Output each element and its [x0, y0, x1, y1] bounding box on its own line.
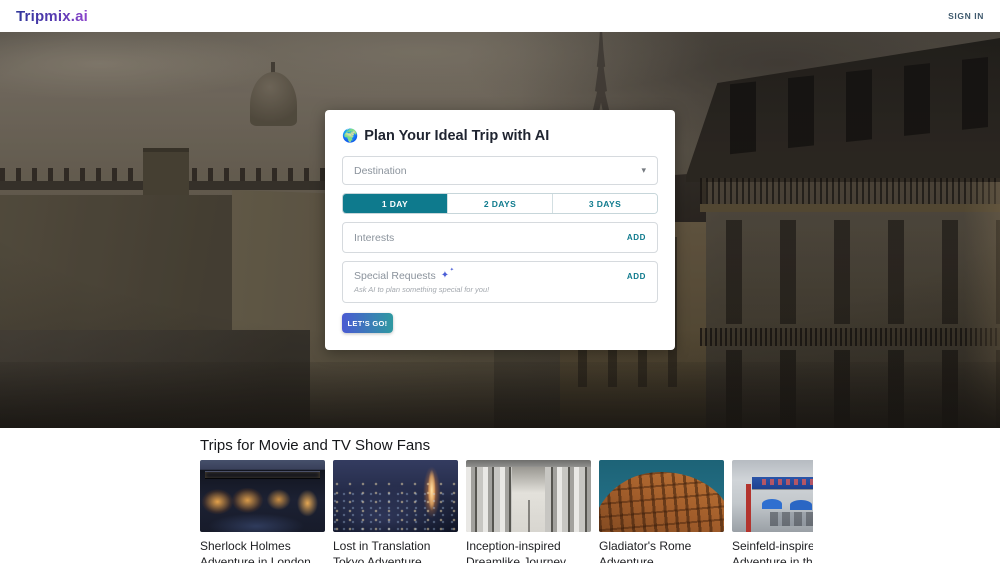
tab-3-days[interactable]: 3 DAYS — [553, 194, 657, 213]
trip-card-title: Sherlock Holmes Adventure in London — [200, 539, 325, 563]
special-requests-field[interactable]: Special Requests ✦✦ ADD Ask AI to plan s… — [342, 261, 658, 303]
blue-awning — [762, 499, 782, 509]
planner-title-text: Plan Your Ideal Trip with AI — [364, 128, 549, 144]
duration-tabs: 1 DAY 2 DAYS 3 DAYS — [342, 193, 658, 214]
destination-placeholder: Destination — [354, 165, 407, 177]
trip-card-sherlock-holmes-london[interactable]: Sherlock Holmes Adventure in London — [200, 460, 325, 563]
colonnade-right — [545, 467, 591, 532]
colosseum-structure — [599, 465, 724, 532]
red-pole — [746, 484, 751, 532]
sherlock-holmes-pub-image — [200, 460, 325, 532]
trip-card-title: Seinfeld-inspired Adventure in the... — [732, 539, 813, 563]
tokyo-night-skyline-image — [333, 460, 458, 532]
restaurant-sign-text — [762, 479, 813, 485]
special-requests-placeholder: Special Requests — [354, 270, 436, 282]
special-requests-label-wrap: Special Requests ✦✦ — [354, 270, 455, 282]
tab-1-day[interactable]: 1 DAY — [343, 194, 448, 213]
sparkle-large: ✦ — [441, 270, 449, 281]
blue-awning — [790, 500, 813, 510]
hero-section: 🌍 Plan Your Ideal Trip with AI Destinati… — [0, 32, 1000, 428]
trip-planner-card: 🌍 Plan Your Ideal Trip with AI Destinati… — [325, 110, 675, 350]
trips-section-title: Trips for Movie and TV Show Fans — [200, 437, 1000, 454]
pub-sign-band — [205, 471, 320, 479]
trip-card-gladiators-rome[interactable]: Gladiator's Rome Adventure — [599, 460, 724, 563]
colosseum-image — [599, 460, 724, 532]
trip-cards-carousel[interactable]: Sherlock Holmes Adventure in London Lost… — [200, 460, 813, 563]
sparkles-icon: ✦✦ — [441, 271, 455, 281]
city-lights-layer-2 — [333, 492, 458, 532]
lets-go-button[interactable]: LET'S GO! — [342, 313, 393, 333]
interests-field[interactable]: Interests ADD — [342, 222, 658, 253]
globe-icon: 🌍 — [342, 128, 358, 144]
special-requests-hint: Ask AI to plan something special for you… — [354, 285, 646, 294]
trip-card-title: Inception-inspired Dreamlike Journey... — [466, 539, 591, 563]
trip-card-title: Lost in Translation Tokyo Adventure — [333, 539, 458, 563]
special-requests-row: Special Requests ✦✦ ADD — [354, 270, 646, 282]
sparkle-small: ✦ — [450, 268, 454, 273]
trips-section: Trips for Movie and TV Show Fans Sherloc… — [0, 428, 1000, 563]
trip-card-seinfeld-adventure[interactable]: Seinfeld-inspired Adventure in the... — [732, 460, 813, 563]
tab-2-days[interactable]: 2 DAYS — [448, 194, 553, 213]
planner-title: 🌍 Plan Your Ideal Trip with AI — [342, 128, 658, 144]
bridge-colonnade-image — [466, 460, 591, 532]
special-requests-add-button[interactable]: ADD — [627, 272, 646, 281]
chevron-down-icon: ▾ — [641, 165, 646, 176]
trip-card-inception-dreamlike-journey[interactable]: Inception-inspired Dreamlike Journey... — [466, 460, 591, 563]
interests-add-button[interactable]: ADD — [627, 233, 646, 242]
colonnade-path-line — [528, 500, 530, 532]
toms-restaurant-image — [732, 460, 813, 532]
trip-card-title: Gladiator's Rome Adventure — [599, 539, 724, 563]
tripmix-logo: Tripmix.ai — [16, 8, 88, 25]
destination-select[interactable]: Destination ▾ — [342, 156, 658, 185]
trip-card-lost-in-translation-tokyo[interactable]: Lost in Translation Tokyo Adventure — [333, 460, 458, 563]
restaurant-windows — [770, 512, 814, 526]
interests-placeholder: Interests — [354, 232, 394, 244]
sign-in-button[interactable]: SIGN IN — [948, 11, 984, 21]
colonnade-left — [466, 467, 512, 532]
top-navbar: Tripmix.ai SIGN IN — [0, 0, 1000, 32]
